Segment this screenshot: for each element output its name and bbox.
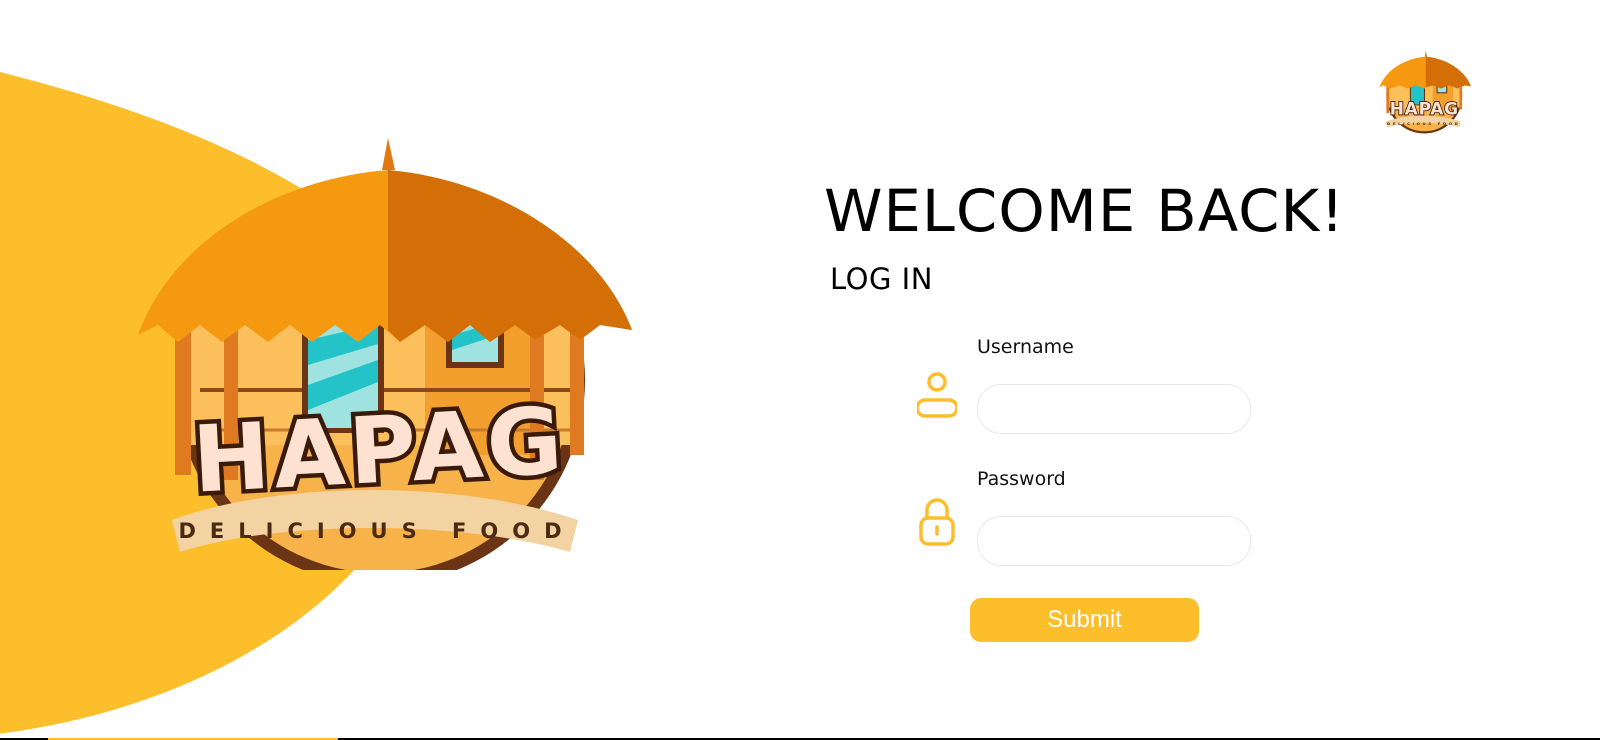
- logo-tagline-text: DELICIOUS FOOD: [178, 519, 575, 543]
- hapag-logo-large: HAPAG DELICIOUS FOOD: [138, 138, 632, 570]
- user-icon: [917, 372, 957, 418]
- password-label: Password: [977, 468, 1066, 490]
- page-subtitle: LOG IN: [830, 262, 933, 296]
- password-input[interactable]: [977, 516, 1251, 566]
- login-page: HAPAG DELICIOUS FOOD HAPAG DELICIOUS FOO…: [0, 0, 1600, 740]
- username-input[interactable]: [977, 384, 1251, 434]
- lock-icon: [919, 498, 955, 546]
- small-logo-brand-text: HAPAG: [1390, 99, 1459, 119]
- username-label: Username: [977, 336, 1074, 358]
- logo-brand-text: HAPAG: [190, 387, 569, 513]
- small-logo-tagline-text: DELICIOUS FOOD: [1387, 121, 1460, 126]
- page-title: WELCOME BACK!: [824, 177, 1346, 245]
- hapag-logo-small: HAPAG DELICIOUS FOOD: [1379, 50, 1471, 134]
- submit-button[interactable]: Submit: [970, 598, 1199, 642]
